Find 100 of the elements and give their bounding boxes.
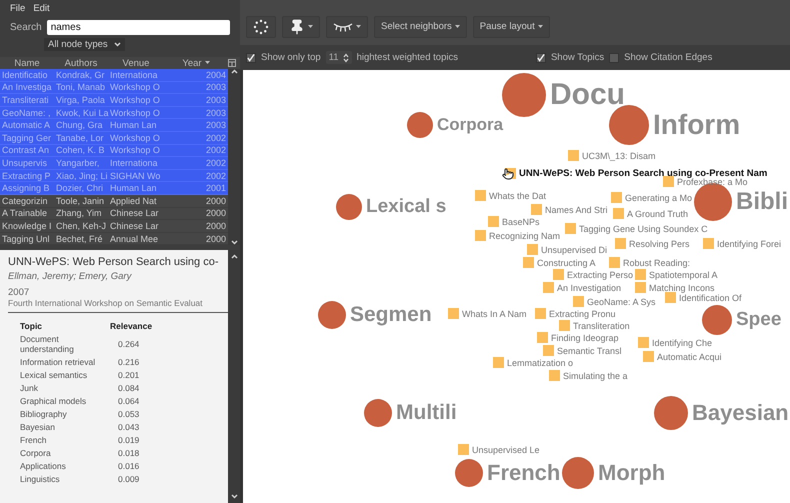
- table-row[interactable]: A Trainable Zhang, Yim Chinese Lar 2000: [0, 208, 228, 220]
- number-spinner[interactable]: 11: [326, 51, 352, 64]
- table-cell-text: 2000: [204, 196, 227, 206]
- checkbox[interactable]: [609, 52, 620, 62]
- layout-button[interactable]: [246, 16, 276, 38]
- topic-node[interactable]: [364, 399, 392, 427]
- topic-node[interactable]: [455, 459, 483, 487]
- graph-canvas[interactable]: [240, 70, 790, 503]
- topic-node[interactable]: [702, 305, 732, 335]
- paper-node[interactable]: [475, 230, 486, 241]
- scrollbar[interactable]: [228, 250, 240, 503]
- table-cell-text: 2002: [204, 132, 227, 143]
- paper-node[interactable]: [549, 370, 560, 381]
- topic-node[interactable]: [654, 396, 688, 430]
- paper-node[interactable]: [543, 282, 554, 293]
- paper-node[interactable]: [458, 444, 469, 455]
- relevance-cell-text: 0.064: [117, 396, 140, 406]
- paper-node[interactable]: [493, 357, 504, 368]
- table-cell-text: Internationa: [109, 70, 159, 80]
- topic-cell-text: Graphical models: [20, 396, 88, 406]
- topic-node[interactable]: [562, 457, 594, 489]
- column-header[interactable]: Name: [0, 58, 54, 68]
- scroll-up-icon[interactable]: [230, 69, 238, 74]
- paper-label: Whats In A Nam: [462, 308, 527, 318]
- topic-node[interactable]: [407, 112, 433, 138]
- pin-button[interactable]: [282, 16, 320, 38]
- paper-node[interactable]: [488, 216, 499, 227]
- paper-node[interactable]: [568, 150, 579, 161]
- scroll-down-icon[interactable]: [230, 494, 238, 499]
- column-header[interactable]: Authors: [54, 58, 108, 68]
- column-header[interactable]: Venue: [108, 58, 164, 68]
- table-row[interactable]: Automatic A Chung, Gra Human Lan 2003: [0, 119, 228, 132]
- paper-node[interactable]: [609, 257, 620, 268]
- node-type-dropdown[interactable]: All node types: [44, 38, 125, 51]
- hide-button[interactable]: [326, 16, 368, 38]
- paper-node[interactable]: [535, 308, 546, 319]
- paper-node[interactable]: [565, 223, 576, 234]
- menu-item[interactable]: File: [10, 3, 26, 13]
- table-row[interactable]: Assigning B Dozier, Chri Human Lan 2001: [0, 182, 228, 195]
- caret-icon: [454, 24, 460, 28]
- column-settings-icon[interactable]: [228, 59, 236, 67]
- table-row[interactable]: An Investiga Toni, Manab Workshop O 2003: [0, 82, 228, 94]
- relevance-cell-text: 0.019: [117, 435, 140, 446]
- table-row[interactable]: Unsupervis Yangarber, Internationa 2002: [0, 157, 228, 170]
- topic-node[interactable]: [318, 301, 346, 329]
- paper-node[interactable]: [615, 238, 626, 249]
- topic-label: Inform: [653, 109, 740, 141]
- paper-node[interactable]: [553, 269, 564, 280]
- topic-node[interactable]: [609, 105, 649, 145]
- table-row[interactable]: Identificatio Kondrak, Gr Internationa 2004: [0, 69, 228, 82]
- paper-label: GeoName: A Sys: [587, 296, 656, 306]
- option-text: hightest weighted topics: [356, 52, 458, 63]
- paper-node[interactable]: [523, 257, 534, 268]
- paper-node[interactable]: [643, 351, 654, 362]
- scroll-down-icon[interactable]: [230, 240, 238, 246]
- search-field[interactable]: names: [46, 20, 230, 35]
- paper-node[interactable]: [537, 332, 548, 343]
- table-row[interactable]: Tagging Unl Bechet, Fré Annual Mee 2000: [0, 232, 228, 246]
- paper-label: Robust Reading:: [623, 258, 690, 268]
- paper-node[interactable]: [611, 192, 622, 203]
- paper-node[interactable]: [559, 320, 570, 331]
- caret-icon: [356, 24, 361, 28]
- topic-node[interactable]: [336, 194, 362, 220]
- paper-node[interactable]: [663, 176, 674, 187]
- table-row[interactable]: Transliterati Virga, Paola Workshop O 2003: [0, 94, 228, 107]
- paper-node[interactable]: [448, 308, 459, 319]
- paper-node[interactable]: [665, 292, 676, 303]
- table-row[interactable]: Contrast An Cohen, K. B Workshop O 2002: [0, 144, 228, 158]
- topic-cell-text: Lexical semantics: [20, 370, 88, 380]
- paper-node[interactable]: [475, 190, 486, 201]
- paper-node[interactable]: [543, 345, 554, 356]
- paper-label: Semantic Transl: [557, 346, 622, 356]
- table-row[interactable]: Knowledge I Chen, Keh-J Chinese Lar 2000: [0, 220, 228, 233]
- paper-node[interactable]: [573, 296, 584, 307]
- topic-label: Docu: [550, 78, 625, 112]
- dropdown-button[interactable]: Pause layout: [472, 16, 550, 38]
- paper-node[interactable]: [531, 204, 542, 215]
- paper-node[interactable]: [635, 282, 646, 293]
- column-header[interactable]: Year: [164, 58, 228, 68]
- paper-node[interactable]: [613, 208, 624, 219]
- table-row[interactable]: Tagging Ger Tanabe, Lor Workshop O 2002: [0, 132, 228, 145]
- checkbox[interactable]: [246, 52, 256, 62]
- paper-title: UNN-WePS: Web Person Search using co-: [8, 256, 220, 268]
- checkbox[interactable]: [536, 52, 546, 62]
- relevance-cell-text: 0.216: [117, 357, 140, 368]
- table-row[interactable]: Categorizin Toole, Janin Applied Nat 2000: [0, 194, 228, 208]
- table-row[interactable]: GeoName: , Kwok, Kui La Workshop O 2003: [0, 106, 228, 120]
- scroll-up-icon[interactable]: [230, 254, 238, 260]
- table-cell-text: Toole, Janin: [55, 196, 106, 206]
- table-row[interactable]: Extracting P Xiao, Jing; Li SIGHAN Wo 2002: [0, 170, 228, 182]
- paper-node[interactable]: [638, 337, 649, 348]
- hand-cursor-icon: [502, 168, 514, 180]
- paper-node[interactable]: [635, 269, 646, 280]
- paper-node[interactable]: [527, 244, 538, 255]
- dropdown-button[interactable]: Select neighbors: [374, 16, 467, 38]
- table-cell-text: Assigning B: [1, 183, 51, 194]
- topic-node[interactable]: [502, 73, 546, 117]
- menu-item[interactable]: Edit: [33, 3, 50, 13]
- relevance-cell-text: 0.043: [117, 422, 140, 432]
- paper-node[interactable]: [703, 238, 714, 249]
